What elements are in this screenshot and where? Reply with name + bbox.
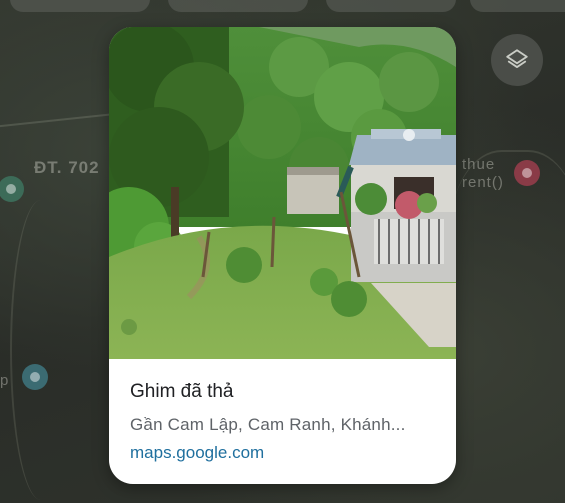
top-chip[interactable] — [168, 0, 308, 12]
layers-icon — [506, 49, 528, 69]
poi-label: p — [0, 372, 10, 389]
place-preview-card[interactable]: Ghim đã thả Gần Cam Lập, Cam Ranh, Khánh… — [109, 27, 456, 484]
person-icon — [30, 372, 40, 382]
top-chip[interactable] — [470, 0, 565, 12]
poi-label-line: rent() — [462, 174, 504, 191]
road-label: ĐT. 702 — [34, 158, 100, 177]
top-chip[interactable] — [10, 0, 150, 12]
poi-label-line: thue — [462, 156, 496, 173]
source-link[interactable]: maps.google.com — [130, 441, 440, 465]
poi-label: thue rent() — [462, 156, 504, 192]
place-info: Ghim đã thả Gần Cam Lập, Cam Ranh, Khánh… — [130, 379, 440, 465]
layers-button[interactable] — [491, 34, 543, 86]
map-pin[interactable] — [22, 364, 48, 390]
pin-dot-icon — [6, 184, 16, 194]
map-pin[interactable] — [514, 160, 540, 186]
street-view-photo[interactable] — [109, 27, 456, 359]
pin-dot-icon — [522, 168, 532, 178]
place-address: Gần Cam Lập, Cam Ranh, Khánh... — [130, 415, 406, 434]
top-chip[interactable] — [326, 0, 456, 12]
map-road — [10, 200, 72, 500]
place-title: Ghim đã thả — [130, 381, 234, 402]
